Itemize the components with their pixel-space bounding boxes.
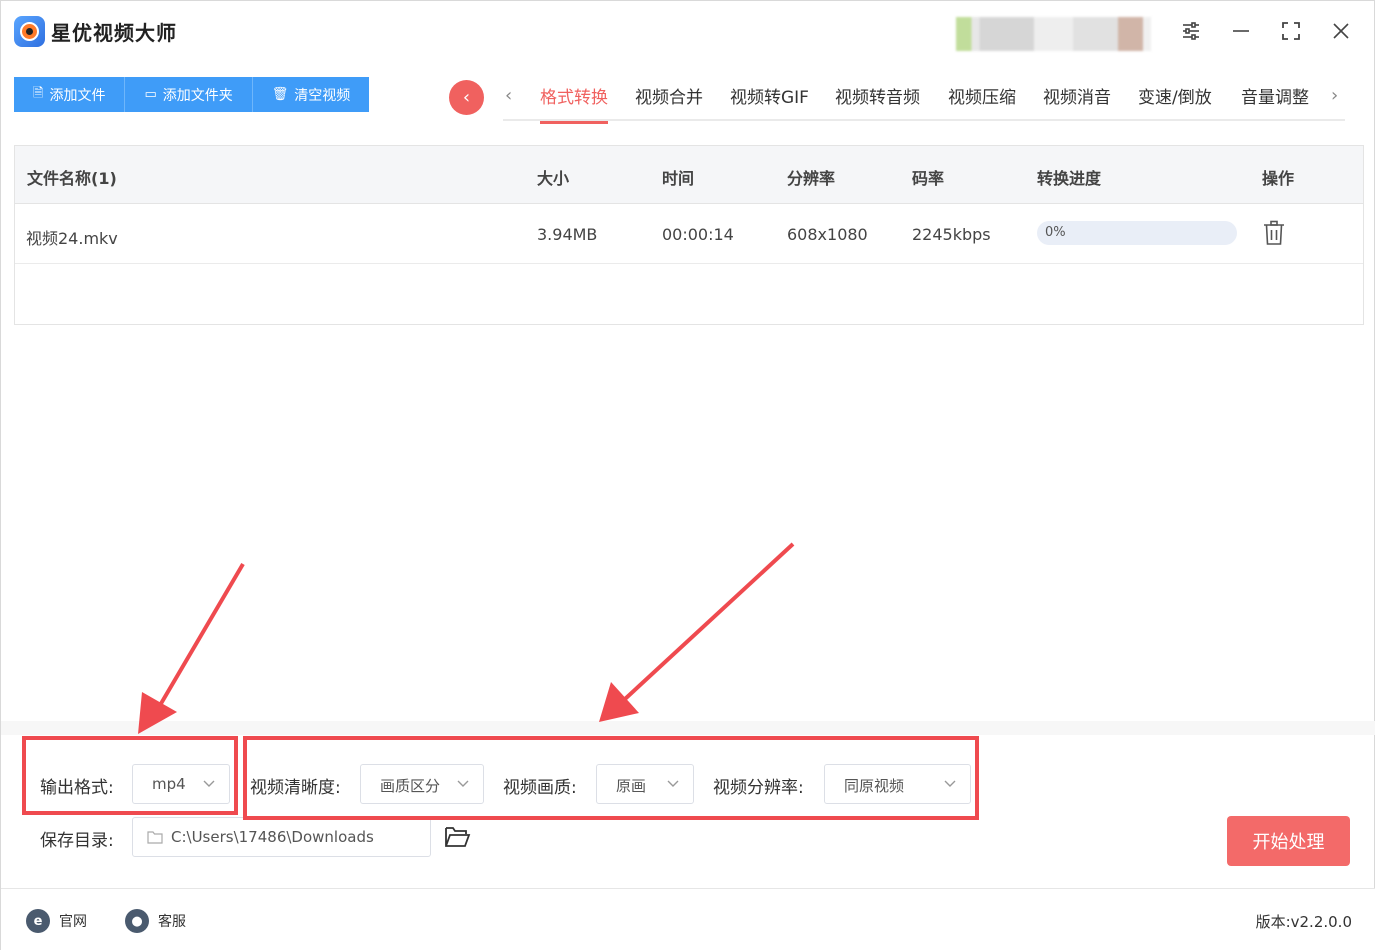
cell-bitrate: 2245kbps xyxy=(912,225,991,244)
file-icon: 🗎 xyxy=(33,85,44,101)
start-processing-button[interactable]: 开始处理 xyxy=(1227,816,1350,866)
toolbar: 🗎 添加文件 ▭ 添加文件夹 🗑 清空视频 xyxy=(14,77,370,112)
add-folder-button[interactable]: ▭ 添加文件夹 xyxy=(125,77,253,112)
progress-text: 0% xyxy=(1045,225,1066,240)
tab-video-mute[interactable]: 视频消音 xyxy=(1043,83,1111,108)
annotation-box-output-format xyxy=(22,736,238,815)
website-e-icon: e xyxy=(26,909,50,933)
header-size: 大小 xyxy=(537,169,570,188)
add-file-label: 添加文件 xyxy=(49,87,106,104)
open-folder-icon[interactable] xyxy=(444,825,471,849)
save-dir-value: C:\Users\17486\Downloads xyxy=(171,828,374,846)
cell-file-name: 视频24.mkv xyxy=(26,229,118,248)
version-text: 版本:v2.2.0.0 xyxy=(1255,913,1352,931)
chat-bubble-icon: ● xyxy=(125,909,149,933)
maximize-icon[interactable] xyxy=(1275,15,1307,47)
header-duration: 时间 xyxy=(662,169,695,188)
footer-bar: e 官网 ● 客服 版本:v2.2.0.0 xyxy=(1,888,1375,950)
cell-resolution: 608x1080 xyxy=(787,225,868,244)
section-divider xyxy=(1,721,1375,735)
user-account-blurred[interactable] xyxy=(956,17,1151,51)
tabs-scroll-right-icon[interactable]: › xyxy=(1331,85,1338,106)
clear-videos-button[interactable]: 🗑 清空视频 xyxy=(252,77,370,112)
tab-video-merge[interactable]: 视频合并 xyxy=(635,83,703,108)
file-table: 文件名称(1) 大小 时间 分辨率 码率 转换进度 操作 视频24.mkv 3.… xyxy=(14,145,1364,325)
settings-sliders-icon[interactable] xyxy=(1175,15,1207,47)
add-folder-label: 添加文件夹 xyxy=(162,87,233,104)
minimize-icon[interactable] xyxy=(1225,15,1257,47)
add-file-button[interactable]: 🗎 添加文件 xyxy=(14,77,126,112)
table-header: 文件名称(1) 大小 时间 分辨率 码率 转换进度 操作 xyxy=(15,146,1363,204)
tab-video-to-audio[interactable]: 视频转音频 xyxy=(835,83,920,108)
cell-duration: 00:00:14 xyxy=(662,225,734,244)
save-dir-label: 保存目录: xyxy=(40,831,114,851)
save-dir-input[interactable]: C:\Users\17486\Downloads xyxy=(132,817,431,857)
tab-speed-reverse[interactable]: 变速/倒放 xyxy=(1138,83,1212,108)
conversion-progress-bar: 0% xyxy=(1037,221,1237,245)
support-label: 客服 xyxy=(158,914,186,930)
header-file-name: 文件名称(1) xyxy=(27,169,117,188)
tab-format-convert[interactable]: 格式转换 xyxy=(540,83,608,124)
website-label: 官网 xyxy=(59,914,87,930)
folder-icon: ▭ xyxy=(144,87,157,102)
table-row[interactable]: 视频24.mkv 3.94MB 00:00:14 608x1080 2245kb… xyxy=(15,204,1363,264)
header-progress: 转换进度 xyxy=(1037,169,1102,188)
header-bitrate: 码率 xyxy=(912,169,945,188)
chevron-left-icon: ‹ xyxy=(462,87,471,108)
folder-icon xyxy=(147,831,163,844)
annotation-box-video-settings xyxy=(243,736,979,820)
title-bar: 星优视频大师 xyxy=(1,1,1375,61)
support-link[interactable]: ● 客服 xyxy=(125,909,186,933)
tab-video-to-gif[interactable]: 视频转GIF xyxy=(730,83,809,108)
header-actions: 操作 xyxy=(1262,169,1295,188)
tabs-scroll-left-icon[interactable]: ‹ xyxy=(505,85,512,106)
app-title: 星优视频大师 xyxy=(51,21,177,45)
close-icon[interactable] xyxy=(1325,15,1357,47)
trash-icon: 🗑 xyxy=(271,87,289,102)
header-resolution: 分辨率 xyxy=(787,169,836,188)
app-window: 星优视频大师 🗎 添加文件 ▭ 添加文件夹 🗑 清空视频 ‹ ‹ 格式转换 视频… xyxy=(0,0,1375,950)
website-link[interactable]: e 官网 xyxy=(26,909,87,933)
tab-volume-adjust[interactable]: 音量调整 xyxy=(1241,83,1309,108)
cell-size: 3.94MB xyxy=(537,225,598,244)
collapse-back-button[interactable]: ‹ xyxy=(449,80,484,115)
tab-video-compress[interactable]: 视频压缩 xyxy=(948,83,1016,108)
function-tabs: ‹ 格式转换 视频合并 视频转GIF 视频转音频 视频压缩 视频消音 变速/倒放… xyxy=(503,79,1345,124)
delete-trash-icon[interactable] xyxy=(1262,220,1286,246)
clear-videos-label: 清空视频 xyxy=(294,87,351,104)
app-logo-icon xyxy=(14,16,45,47)
